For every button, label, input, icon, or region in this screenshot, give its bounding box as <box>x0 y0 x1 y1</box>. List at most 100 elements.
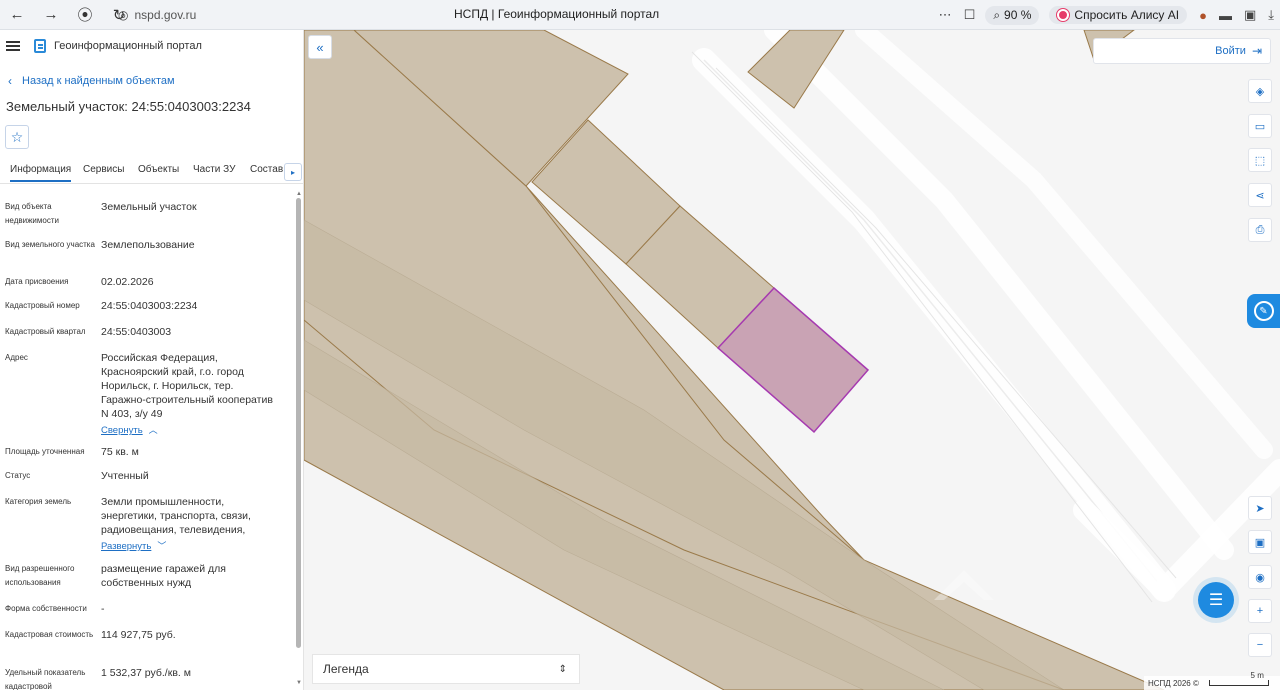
navigation-arrow-icon: ➤ <box>1255 502 1265 515</box>
tab-objects[interactable]: Объекты <box>138 164 179 175</box>
info-value: 02.02.2026 <box>101 276 154 288</box>
back-arrow-icon[interactable]: ← <box>6 4 28 26</box>
address-text: Российская Федерация, Красноярский край,… <box>101 352 273 420</box>
url-text: nspd.gov.ru <box>134 8 197 22</box>
info-label: Кадастровый номер <box>5 301 80 310</box>
map-copyright: НСПД 2026 © <box>1148 678 1199 688</box>
info-label: Категория земель <box>5 497 72 506</box>
favorite-star-button[interactable]: ☆ <box>5 125 29 149</box>
back-link-label: Назад к найденным объектам <box>22 75 175 87</box>
info-panel: Геоинформационный портал ‹ Назад к найде… <box>0 30 304 690</box>
expand-category-link[interactable]: Развернуть ﹀ <box>101 539 166 554</box>
wallet-icon[interactable]: ▬ <box>1219 8 1232 23</box>
measure-button[interactable]: ▭ <box>1248 114 1272 138</box>
login-label: Войти <box>1215 45 1246 57</box>
scroll-up-icon[interactable]: ▲ <box>296 191 302 197</box>
alice-button[interactable]: Спросить Алису AI <box>1049 6 1188 24</box>
forward-arrow-icon[interactable]: → <box>40 4 62 26</box>
category-text: Земли промышленности, энергетики, трансп… <box>101 496 251 536</box>
chat-icon: ☰ <box>1208 592 1224 609</box>
info-label: Вид земельного участка <box>5 240 95 249</box>
info-value: Земли промышленности, энергетики, трансп… <box>101 495 271 554</box>
chevron-down-icon: ﹀ <box>157 541 167 551</box>
scroll-down-icon[interactable]: ▼ <box>296 680 302 686</box>
locate-button[interactable]: ➤ <box>1248 496 1272 520</box>
object-tabs: Информация Сервисы Объекты Части ЗУ Сост… <box>0 160 303 184</box>
print-icon: ⎙ <box>1255 223 1265 236</box>
info-label: Адрес <box>5 353 28 362</box>
info-value: размещение гаражей для собственных нужд <box>101 563 226 589</box>
info-value: 114 927,75 руб. <box>101 629 176 641</box>
info-list: Вид объекта недвижимости Земельный участ… <box>0 194 296 690</box>
info-label: Кадастровый квартал <box>5 327 86 336</box>
share-icon: ⋖ <box>1255 189 1265 202</box>
bookmark-icon[interactable]: ☐ <box>964 7 976 23</box>
tab-info[interactable]: Информация <box>10 164 72 182</box>
info-label: Площадь уточненная <box>5 447 85 456</box>
star-icon: ☆ <box>10 128 24 145</box>
extension-icon[interactable]: ● <box>1199 8 1207 23</box>
info-label: Форма собственности <box>5 604 87 613</box>
zoom-in-button[interactable]: + <box>1248 599 1272 623</box>
print-button[interactable]: ⎙ <box>1248 218 1272 242</box>
address-bar[interactable]: ◎ nspd.gov.ru <box>118 4 196 26</box>
double-chevron-left-icon: « <box>316 39 324 55</box>
info-value: 75 кв. м <box>101 446 139 458</box>
geolocation-button[interactable]: ◉ <box>1248 565 1272 589</box>
tab-services[interactable]: Сервисы <box>83 164 124 175</box>
collapse-label: Свернуть <box>101 425 143 436</box>
portal-name: Геоинформационный портал <box>54 40 202 52</box>
share-button[interactable]: ⋖ <box>1248 183 1272 207</box>
info-label: Удельный показатель кадастровой <box>5 668 86 690</box>
assistant-icon: ✎ <box>1253 301 1274 321</box>
info-value: - <box>101 603 105 615</box>
info-value: Земельный участок <box>101 201 197 213</box>
portal-header: Геоинформационный портал <box>6 39 202 53</box>
layers-icon: ◈ <box>1255 85 1265 98</box>
back-to-results-link[interactable]: ‹ Назад к найденным объектам <box>8 74 175 88</box>
info-value: Российская Федерация, Красноярский край,… <box>101 351 281 438</box>
info-scrollbar[interactable]: ▲ ▼ <box>296 191 302 690</box>
shield-icon[interactable]: ⦿ <box>74 4 96 26</box>
tab-parts[interactable]: Части ЗУ <box>193 164 235 175</box>
download-icon[interactable]: ⤓ <box>1268 7 1274 23</box>
more-icon[interactable]: ⋯ <box>939 7 952 23</box>
site-info-icon[interactable]: ◎ <box>118 8 128 22</box>
info-value: 24:55:0403003:2234 <box>101 300 198 312</box>
expand-label: Развернуть <box>101 541 152 552</box>
tabs-scroll-right-button[interactable]: ▸ <box>284 163 302 181</box>
zoom-indicator[interactable]: ⌕ 90 % <box>985 5 1040 25</box>
minimap-button[interactable]: ▣ <box>1248 530 1272 554</box>
alice-icon <box>1057 9 1070 21</box>
legend-dropdown[interactable]: Легенда ⇕ <box>312 654 580 684</box>
menu-icon[interactable] <box>6 41 20 51</box>
scroll-thumb[interactable] <box>296 198 301 648</box>
assistant-button[interactable]: ✎ <box>1247 294 1280 328</box>
expand-collapse-icon: ⇕ <box>558 663 567 675</box>
login-button[interactable]: Войти ⇥ <box>1093 38 1271 64</box>
collapse-address-link[interactable]: Свернуть ︿ <box>101 423 158 438</box>
collapse-panel-button[interactable]: « <box>308 35 332 59</box>
zoom-out-button[interactable]: − <box>1248 633 1272 657</box>
chevron-left-icon: ‹ <box>8 74 12 88</box>
tab-composition[interactable]: Состав <box>250 164 283 175</box>
scale-value: 5 m <box>1250 671 1264 680</box>
select-area-button[interactable]: ⬚ <box>1248 148 1272 172</box>
info-label: Вид разрешенного использования <box>5 564 75 587</box>
info-label: Кадастровая стоимость <box>5 630 94 639</box>
minimap-icon: ▣ <box>1254 536 1266 549</box>
layers-button[interactable]: ◈ <box>1248 79 1272 103</box>
select-area-icon: ⬚ <box>1254 154 1266 167</box>
map-canvas[interactable] <box>304 30 1280 690</box>
chat-button[interactable]: ☰ <box>1198 582 1234 618</box>
info-label: Дата присвоения <box>5 277 69 286</box>
location-pin-icon: ◉ <box>1255 571 1265 584</box>
chevron-up-icon: ︿ <box>148 425 158 435</box>
legend-label: Легенда <box>323 662 369 676</box>
info-value: Учтенный <box>101 470 149 482</box>
info-value: 1 532,37 руб./кв. м <box>101 667 191 679</box>
watermark-logo <box>934 570 994 600</box>
browser-toolbar: ← → ⦿ ↻ ◎ nspd.gov.ru НСПД | Геоинформац… <box>0 0 1280 30</box>
map-view[interactable]: « Войти ⇥ ◈ ▭ ⬚ ⋖ ⎙ ✎ ➤ ▣ ◉ + − ☰ Легенд… <box>304 30 1280 690</box>
panel-icon[interactable]: ▣ <box>1244 7 1256 23</box>
